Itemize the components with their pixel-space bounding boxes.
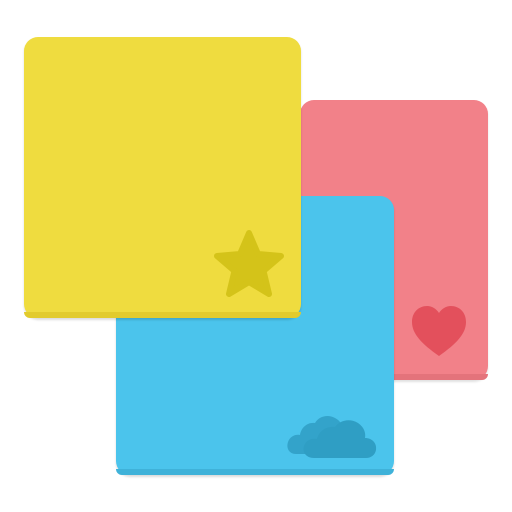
app-icon [0, 0, 512, 512]
star-icon [214, 230, 284, 297]
blue-card-shade [116, 469, 394, 475]
yellow-card-shade [24, 312, 301, 318]
cloud-icon [287, 415, 377, 458]
yellow-card [24, 37, 301, 318]
heart-icon [412, 306, 466, 356]
